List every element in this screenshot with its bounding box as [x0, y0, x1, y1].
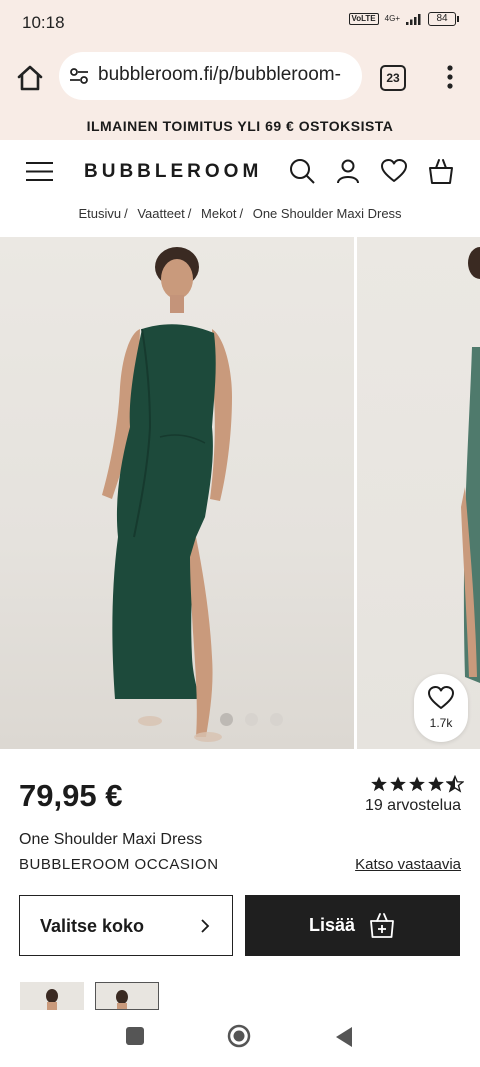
gallery-dot[interactable] — [270, 713, 283, 726]
gallery-dot[interactable] — [220, 713, 233, 726]
address-bar[interactable]: bubbleroom.fi/p/bubbleroom- — [59, 52, 362, 100]
star-icon — [371, 776, 387, 792]
product-image-main[interactable] — [0, 237, 354, 749]
thumbnail-image[interactable] — [20, 982, 84, 1010]
breadcrumb-current: One Shoulder Maxi Dress — [252, 206, 402, 221]
promo-banner: ILMAINEN TOIMITUS YLI 69 € OSTOKSISTA — [0, 112, 480, 140]
model-illustration-alt — [461, 247, 480, 683]
rating-stars[interactable] — [370, 775, 464, 793]
shopping-bag-icon[interactable] — [427, 157, 455, 185]
favorite-button[interactable]: 1.7k — [414, 674, 468, 742]
product-brand[interactable]: BUBBLEROOM OCCASION — [19, 856, 219, 873]
breadcrumb-separator: / — [187, 206, 192, 221]
site-logo[interactable]: BUBBLEROOM — [84, 161, 262, 183]
account-icon[interactable] — [334, 157, 362, 185]
network-type: 4G+ — [384, 14, 400, 23]
breadcrumb-separator: / — [124, 206, 128, 221]
home-nav-icon[interactable] — [227, 1024, 251, 1048]
half-star-icon — [446, 775, 464, 793]
url-text[interactable]: bubbleroom.fi/p/bubbleroom- — [98, 64, 341, 86]
recents-icon[interactable] — [125, 1026, 145, 1046]
browser-toolbar: bubbleroom.fi/p/bubbleroom- 23 — [0, 46, 480, 113]
add-to-bag-icon — [370, 913, 394, 938]
thumbnail-image-selected[interactable] — [95, 982, 159, 1010]
breadcrumb-separator: / — [239, 206, 244, 221]
status-icons: VoLTE 4G+ 84 — [348, 12, 459, 26]
status-time: 10:18 — [22, 13, 65, 32]
home-icon[interactable] — [14, 62, 46, 94]
site-header: BUBBLEROOM — [0, 140, 480, 202]
search-icon[interactable] — [288, 157, 316, 185]
model-illustration — [102, 247, 232, 742]
back-icon[interactable] — [334, 1026, 354, 1048]
chevron-right-icon — [201, 919, 210, 933]
site-settings-icon[interactable] — [69, 67, 89, 85]
favorite-count: 1.7k — [429, 716, 453, 730]
gallery-dot[interactable] — [245, 713, 258, 726]
reviews-count[interactable]: 19 arvostelua — [365, 797, 461, 815]
tab-switcher-button[interactable]: 23 — [380, 65, 406, 91]
add-to-cart-label: Lisää — [309, 915, 356, 935]
status-bar: 10:18 VoLTE 4G+ 84 — [0, 0, 480, 46]
more-options-icon[interactable] — [440, 64, 460, 90]
product-name: One Shoulder Maxi Dress — [19, 831, 203, 848]
star-icon — [409, 776, 425, 792]
menu-icon[interactable] — [26, 161, 53, 182]
wishlist-icon[interactable] — [380, 157, 408, 185]
select-size-button[interactable]: Valitse koko — [19, 895, 233, 956]
product-price: 79,95 € — [19, 778, 123, 813]
battery-icon: 84 — [428, 12, 459, 26]
add-to-cart-button[interactable]: Lisää — [245, 895, 460, 956]
system-navigation-bar — [0, 1010, 480, 1067]
breadcrumb-clothing[interactable]: Vaatteet — [137, 206, 184, 221]
heart-icon — [428, 686, 454, 709]
signal-icon — [406, 14, 421, 25]
product-gallery[interactable]: 1.7k — [0, 237, 480, 749]
breadcrumb-home[interactable]: Etusivu — [78, 206, 121, 221]
volte-badge: VoLTE — [348, 13, 379, 25]
breadcrumb-dresses[interactable]: Mekot — [201, 206, 236, 221]
star-icon — [390, 776, 406, 792]
select-size-label: Valitse koko — [40, 916, 145, 936]
breadcrumb: Etusivu / Vaatteet / Mekot / One Shoulder M… — [0, 206, 480, 221]
product-image-next[interactable] — [357, 237, 480, 749]
star-icon — [428, 776, 444, 792]
see-similar-link[interactable]: Katso vastaavia — [355, 856, 461, 873]
gallery-pagination — [220, 713, 283, 726]
